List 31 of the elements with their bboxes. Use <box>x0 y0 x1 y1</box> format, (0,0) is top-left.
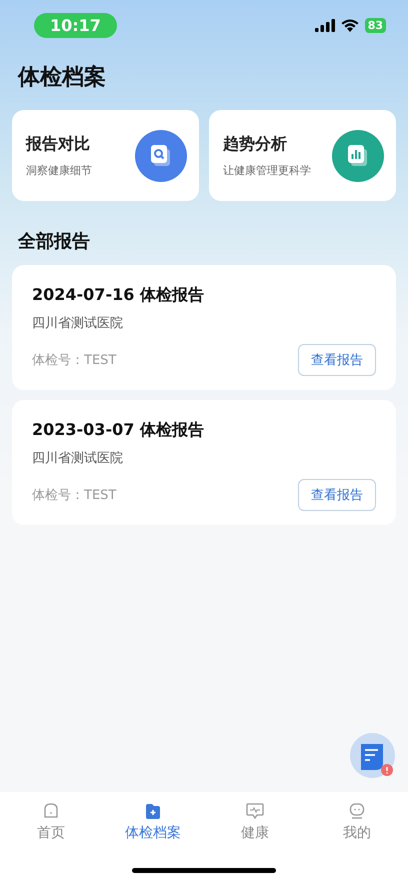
tab-item[interactable]: 首页 <box>0 802 102 842</box>
tab-item[interactable]: 我的 <box>306 802 408 842</box>
feature-card[interactable]: 趋势分析 让健康管理更科学 <box>209 110 396 201</box>
page-title: 体检档案 <box>18 64 107 92</box>
folder-plus-icon <box>144 802 162 820</box>
tab-item[interactable]: 健康 <box>204 802 306 842</box>
feature-subtitle: 洞察健康细节 <box>26 162 92 178</box>
feature-card[interactable]: 报告对比 洞察健康细节 <box>12 110 199 201</box>
home-icon <box>42 802 60 820</box>
wifi-icon <box>340 18 359 32</box>
profile-icon <box>348 802 366 820</box>
report-title: 2023-03-07 体检报告 <box>32 420 205 441</box>
exam-number: 体检号：TEST <box>32 487 116 504</box>
feature-title: 报告对比 <box>26 134 91 154</box>
exam-number: 体检号：TEST <box>32 352 116 369</box>
hospital-name: 四川省测试医院 <box>32 315 124 332</box>
signal-icon <box>314 18 335 32</box>
feature-title: 趋势分析 <box>223 134 288 154</box>
bar-chart-icon <box>332 130 384 182</box>
report-title: 2024-07-16 体检报告 <box>32 285 205 306</box>
heartbeat-chat-icon <box>245 802 265 820</box>
document-alert-icon[interactable] <box>350 733 395 778</box>
battery-level: 83 <box>364 18 386 32</box>
view-report-button[interactable]: 查看报告 <box>298 479 376 511</box>
tab-item[interactable]: 体检档案 <box>102 802 204 842</box>
view-report-button[interactable]: 查看报告 <box>298 344 376 376</box>
search-document-icon <box>135 130 187 182</box>
section-title: 全部报告 <box>18 230 91 253</box>
feature-subtitle: 让健康管理更科学 <box>223 162 311 178</box>
status-time: 10:17 <box>34 12 117 38</box>
hospital-name: 四川省测试医院 <box>32 450 124 467</box>
